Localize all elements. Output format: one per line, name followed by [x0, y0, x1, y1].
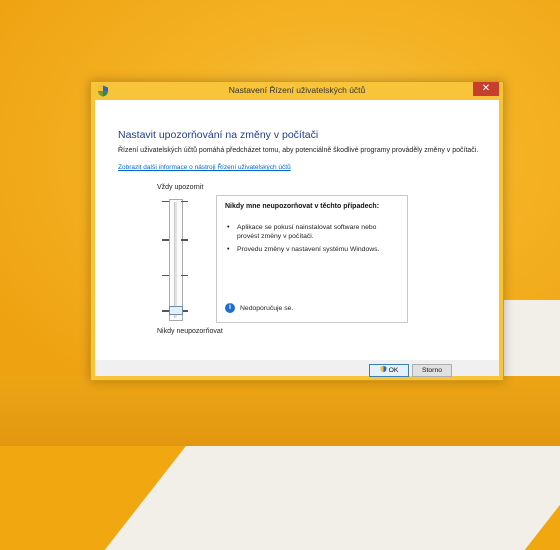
slider-thumb[interactable] — [169, 306, 183, 315]
slider-tick — [181, 275, 188, 276]
level-description-box: Nikdy mne neupozorňovat v těchto případe… — [216, 195, 408, 323]
info-icon: i — [225, 303, 235, 313]
bullet-text: Provedu změny v nastavení systému Window… — [237, 246, 380, 253]
level-title: Nikdy mne neupozorňovat v těchto případe… — [225, 203, 380, 210]
recommendation-text: Nedoporučuje se. — [240, 305, 294, 312]
slider-tick — [181, 201, 188, 202]
notification-level-slider[interactable] — [169, 199, 183, 321]
close-button[interactable]: ✕ — [473, 82, 499, 96]
desktop-decoration — [0, 376, 560, 446]
slider-bottom-label: Nikdy neupozorňovat — [157, 328, 223, 335]
uac-shield-icon — [380, 365, 386, 373]
window-title: Nastavení Řízení uživatelských účtů — [228, 85, 366, 95]
cancel-button[interactable]: Storno — [412, 364, 452, 377]
slider-tick — [162, 275, 169, 276]
bullet-text: Aplikace se pokusí nainstalovat software… — [237, 224, 377, 240]
slider-tick — [162, 239, 169, 241]
title-bar[interactable]: Nastavení Řízení uživatelských účtů ✕ — [91, 82, 503, 100]
slider-groove — [174, 202, 177, 318]
page-heading: Nastavit upozorňování na změny v počítač… — [118, 129, 319, 141]
slider-tick — [162, 201, 169, 202]
slider-tick — [181, 239, 188, 241]
slider-tick — [162, 310, 169, 312]
ok-button-label: OK — [388, 367, 399, 374]
dialog-content: Nastavit upozorňování na změny v počítač… — [95, 100, 499, 360]
ok-button[interactable]: OK — [369, 364, 409, 377]
more-info-link[interactable]: Zobrazit další informace o nástroji Říze… — [118, 164, 291, 171]
slider-top-label: Vždy upozornit — [157, 184, 204, 191]
bullet-icon: • — [227, 246, 230, 253]
uac-settings-window: Nastavení Řízení uživatelských účtů ✕ Na… — [90, 81, 504, 381]
description-text: Řízení uživatelských účtů pomáhá předchá… — [118, 147, 479, 154]
bullet-icon: • — [227, 224, 230, 231]
